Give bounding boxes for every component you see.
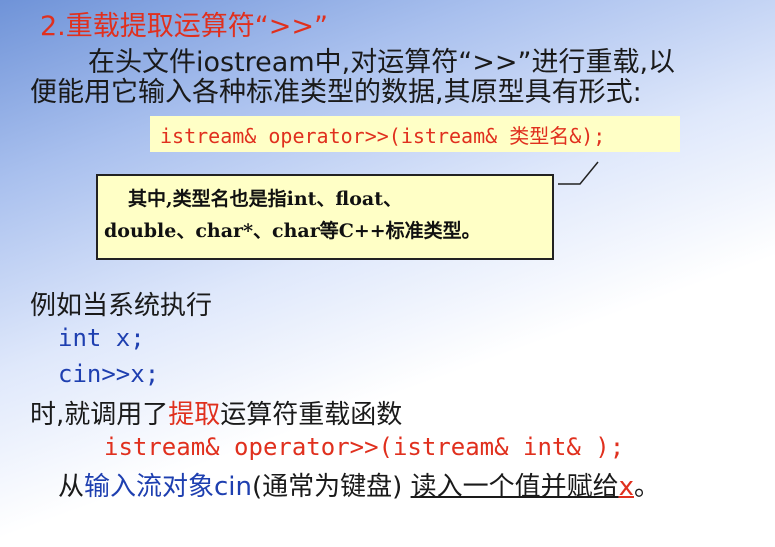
intro-line-2: 便能用它输入各种标准类型的数据,其原型具有形式:	[30, 77, 642, 108]
from-underlined: 读入一个值并赋给	[410, 472, 619, 502]
slide-title: 2.重载提取运算符“>>”	[40, 11, 328, 42]
note-callout: 其中,类型名也是指int、float、 double、char*、char等C+…	[96, 174, 554, 260]
call-suffix: 运算符重载函数	[220, 400, 403, 430]
prototype-code: istream& operator>>(istream& 类型名&);	[160, 123, 606, 148]
note-line-2: double、char*、char等C++标准类型。	[104, 220, 481, 242]
from-end: 。	[633, 472, 660, 502]
call-sentence: 时,就调用了提取运算符重载函数	[30, 394, 402, 431]
from-prefix: 从	[58, 472, 85, 502]
call-highlight: 提取	[168, 400, 221, 430]
from-mid: (通常为键盘)	[252, 472, 403, 502]
from-sentence: 从输入流对象cin(通常为键盘) 读入一个值并赋给x。	[58, 466, 660, 503]
code-line-declare: int x;	[58, 324, 145, 352]
example-lead: 例如当系统执行	[30, 291, 213, 321]
code-line-cin: cin>>x;	[58, 360, 160, 388]
prototype-box: istream& operator>>(istream& 类型名&);	[150, 116, 680, 152]
note-line-1: 其中,类型名也是指int、float、	[128, 188, 402, 210]
from-stream: 输入流对象cin	[84, 472, 253, 502]
from-var: x	[618, 472, 634, 502]
call-prefix: 时,就调用了	[30, 400, 169, 430]
slide: 2.重载提取运算符“>>” 在头文件iostream中,对运算符“>>”进行重载…	[0, 0, 775, 547]
code-line-operator: istream& operator>>(istream& int& );	[104, 433, 625, 461]
